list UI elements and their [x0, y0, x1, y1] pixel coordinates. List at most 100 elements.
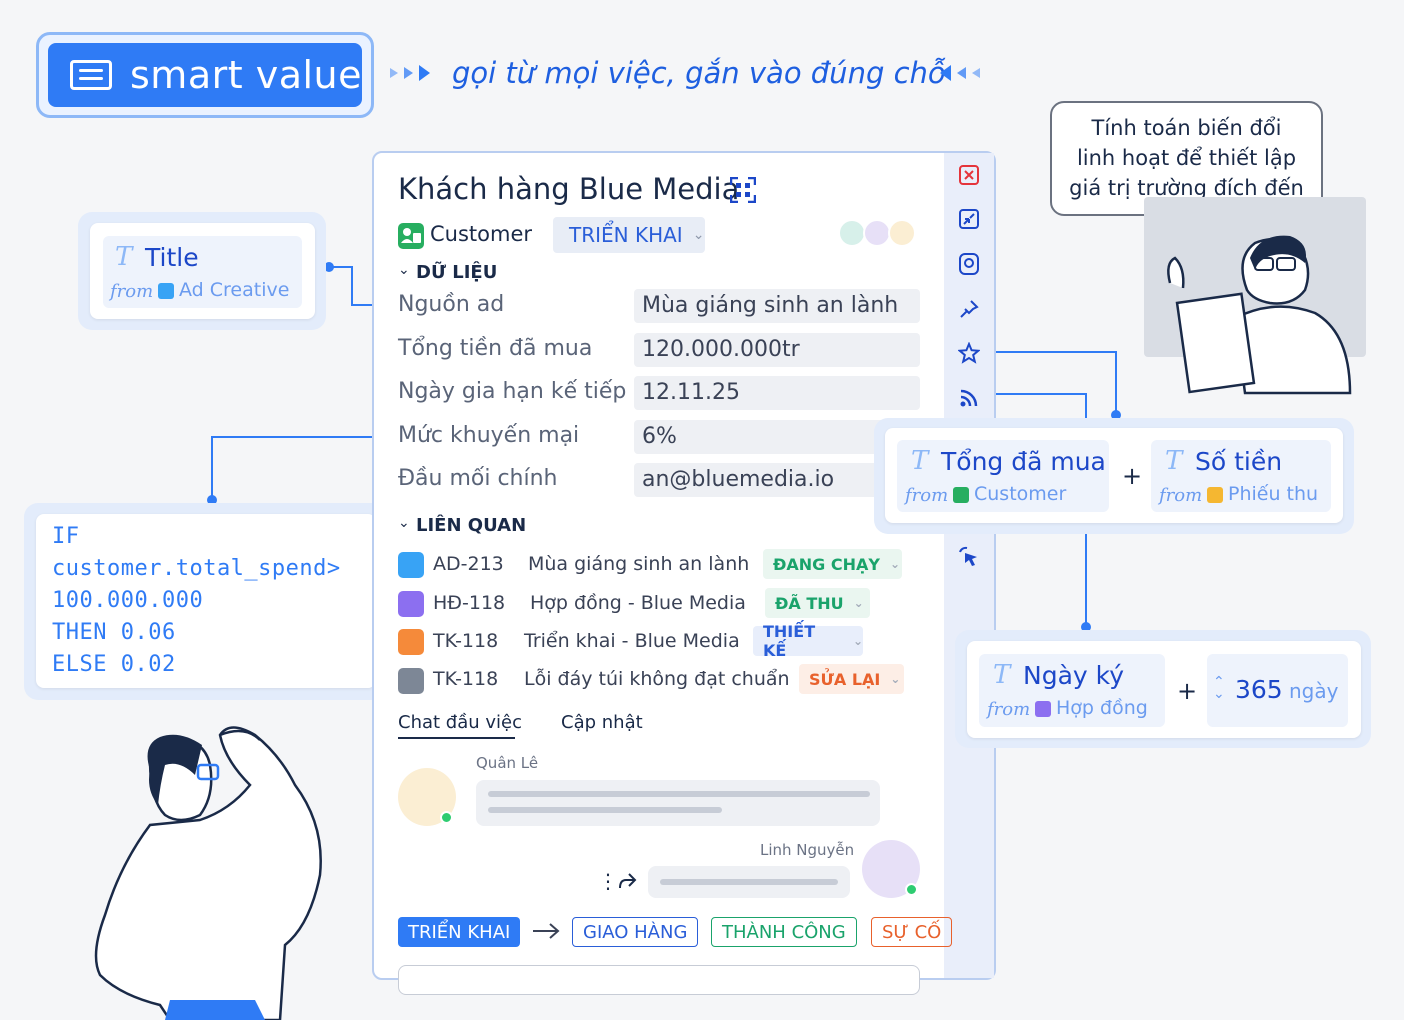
field-value[interactable]: 120.000.000tr	[634, 333, 920, 367]
days-stepper[interactable]: ⌃ ⌄ 365 ngày	[1207, 654, 1348, 727]
status-dropdown[interactable]: TRIỂN KHAI ⌄	[553, 217, 705, 253]
workflow-step[interactable]: SỰ CỐ	[871, 917, 953, 947]
tab-chat[interactable]: Chat đầu việc	[398, 712, 522, 733]
feed-icon[interactable]	[957, 386, 981, 410]
comment-input[interactable]	[398, 965, 920, 995]
days-value: 365	[1235, 675, 1283, 704]
stepper-arrows-icon[interactable]: ⌃ ⌄	[1213, 675, 1225, 701]
text-type-icon: T	[993, 660, 1011, 690]
field-value[interactable]: Mùa giáng sinh an lành	[634, 289, 920, 323]
workflow-step[interactable]: THÀNH CÔNG	[711, 917, 857, 947]
avatar[interactable]	[888, 219, 916, 247]
chevron-down-icon: ⌄	[890, 672, 901, 686]
chip-source: Customer	[974, 483, 1067, 505]
customer-icon	[398, 223, 424, 249]
related-code[interactable]: TK-118	[433, 630, 498, 652]
related-name[interactable]: Lỗi đáy túi không đạt chuẩn	[524, 668, 790, 690]
section-related-heading[interactable]: LIÊN QUAN	[416, 515, 526, 536]
field-label: Tổng tiền đã mua	[398, 336, 593, 361]
collapse-icon[interactable]	[957, 207, 981, 231]
arrow-right-icon	[531, 921, 561, 945]
chip-source: Hợp đồng	[1056, 697, 1148, 719]
customer-icon	[953, 487, 969, 503]
chat-author: Linh Nguyễn	[760, 841, 855, 859]
cursor-icon[interactable]	[957, 545, 981, 569]
chat-bubble	[476, 780, 880, 826]
avatar[interactable]	[863, 219, 891, 247]
related-status[interactable]: ĐANG CHẠY ⌄	[763, 549, 902, 579]
related-code[interactable]: HĐ-118	[433, 592, 505, 614]
chip-name: Số tiền	[1195, 447, 1283, 476]
defect-icon	[398, 668, 424, 694]
formula-line: THEN 0.06	[52, 620, 176, 645]
field-label: Ngày gia hạn kế tiếp	[398, 379, 627, 404]
chevron-down-icon[interactable]: ⌄	[398, 515, 410, 531]
mind-icon[interactable]	[957, 252, 981, 276]
related-code[interactable]: AD-213	[433, 553, 504, 575]
related-status[interactable]: ĐÃ THU ⌄	[765, 588, 870, 618]
related-status-label: THIẾT KẾ	[763, 622, 816, 660]
chevron-down-icon: ⌄	[852, 634, 863, 648]
contract-icon	[398, 591, 424, 617]
star-icon[interactable]	[957, 341, 981, 365]
more-icon[interactable]: ⋮	[598, 871, 618, 891]
arrows-right-icon	[390, 64, 438, 86]
formula-line: customer.total_spend>	[52, 556, 341, 581]
field-value[interactable]: 12.11.25	[634, 376, 920, 410]
chip-name: Ngày ký	[1023, 661, 1125, 690]
from-word: from	[905, 485, 949, 506]
tagline: gọi từ mọi việc, gắn vào đúng chỗ	[452, 56, 946, 90]
smart-value-icon	[70, 60, 112, 90]
sign-date-chip[interactable]: T Ngày ký from Hợp đồng	[979, 654, 1165, 727]
close-icon[interactable]	[957, 163, 981, 187]
related-status-label: ĐANG CHẠY	[773, 554, 880, 574]
formula-line: ELSE 0.02	[52, 652, 176, 677]
speech-line: linh hoạt để thiết lập	[1076, 146, 1297, 170]
avatar[interactable]	[838, 219, 866, 247]
related-name[interactable]: Mùa giáng sinh an lành	[528, 553, 749, 575]
tab-updates[interactable]: Cập nhật	[561, 712, 643, 733]
thinking-person-illustration	[94, 726, 322, 1020]
section-data-heading[interactable]: DỮ LIỆU	[416, 262, 497, 283]
share-icon[interactable]	[617, 872, 637, 894]
online-indicator	[905, 883, 918, 896]
days-unit: ngày	[1289, 679, 1339, 703]
contract-icon	[1035, 701, 1051, 717]
related-name[interactable]: Hợp đồng - Blue Media	[530, 592, 746, 614]
from-word: from	[110, 281, 154, 302]
deploy-icon	[398, 629, 424, 655]
field-label: Đầu mối chính	[398, 466, 558, 491]
related-status-label: ĐÃ THU	[775, 593, 844, 613]
total-spend-chip[interactable]: T Tổng đã mua from Customer	[897, 440, 1109, 512]
receipt-icon	[1207, 487, 1223, 503]
related-name[interactable]: Triển khai - Blue Media	[524, 630, 740, 652]
record-type: Customer	[430, 222, 533, 246]
smart-value-badge: smart value	[48, 43, 362, 107]
from-word: from	[1159, 485, 1203, 506]
related-status-label: SỬA LẠI	[809, 669, 881, 689]
chat-bubble	[648, 866, 850, 898]
related-code[interactable]: TK-118	[433, 668, 498, 690]
ad-creative-icon	[158, 283, 174, 299]
related-status[interactable]: THIẾT KẾ ⌄	[753, 622, 863, 660]
qr-code-icon[interactable]	[729, 176, 757, 207]
ad-creative-icon	[398, 552, 424, 578]
text-type-icon: T	[115, 242, 133, 272]
chevron-down-icon[interactable]: ⌄	[398, 262, 410, 278]
related-status[interactable]: SỬA LẠI ⌄	[799, 664, 904, 694]
title-chip[interactable]: T Title from Ad Creative	[103, 236, 302, 308]
pin-icon[interactable]	[957, 297, 981, 321]
chevron-down-icon: ⌄	[889, 557, 901, 571]
presenting-person-illustration	[1167, 235, 1352, 395]
status-label: TRIỂN KHAI	[569, 223, 683, 247]
workflow-step[interactable]: GIAO HÀNG	[572, 917, 699, 947]
chat-author: Quân Lê	[476, 754, 539, 772]
workflow-step-active[interactable]: TRIỂN KHAI	[398, 917, 521, 947]
chevron-down-icon: ⌄	[692, 227, 705, 243]
amount-chip[interactable]: T Số tiền from Phiếu thu	[1151, 440, 1331, 512]
formula-code: IF customer.total_spend> 100.000.000 THE…	[52, 521, 341, 681]
chevron-down-icon: ⌄	[853, 596, 864, 610]
formula-line: 100.000.000	[52, 588, 204, 613]
speech-line: Tính toán biến đổi	[1091, 116, 1282, 140]
field-label: Nguồn ad	[398, 292, 505, 317]
